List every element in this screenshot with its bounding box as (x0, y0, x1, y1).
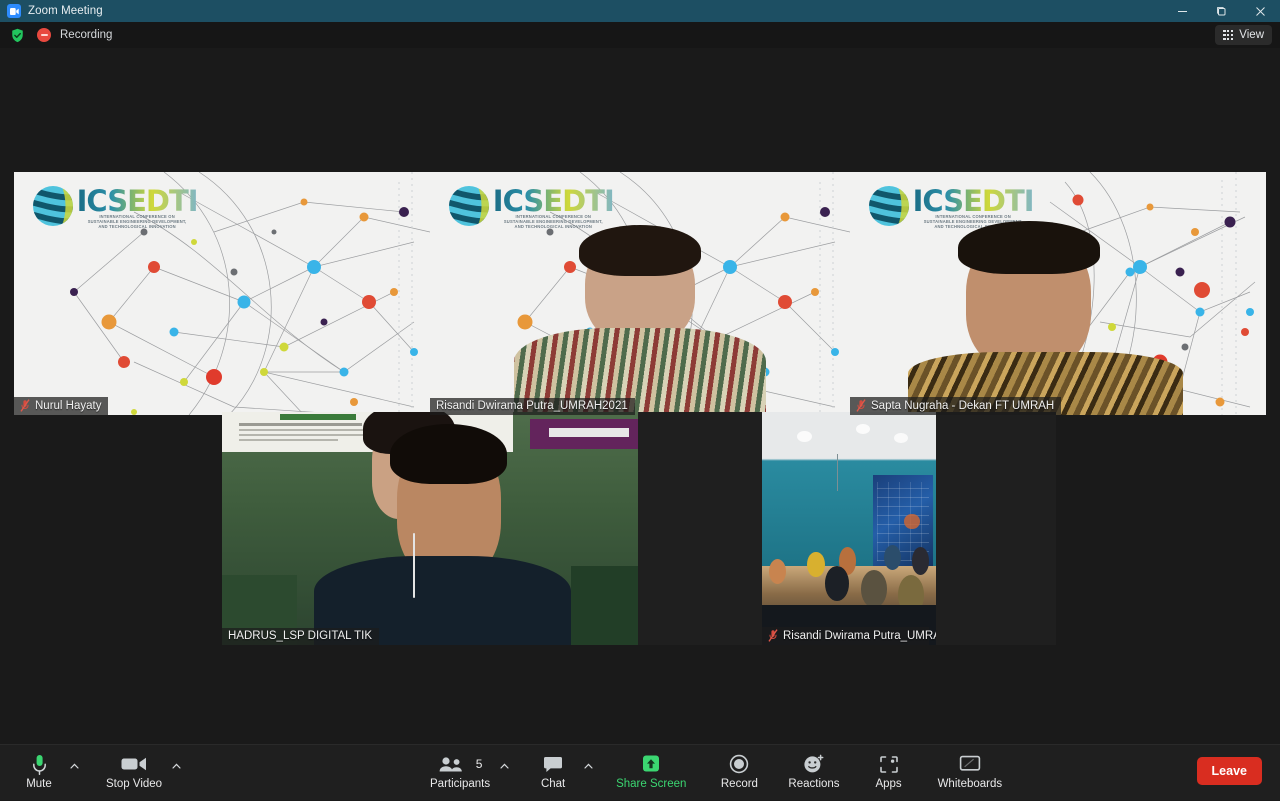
apps-brackets-icon (879, 753, 899, 775)
muted-microphone-icon (20, 399, 30, 412)
window-controls (1163, 0, 1280, 22)
apps-button[interactable]: Apps (862, 745, 916, 790)
icsedti-logo: ICSEDTI INTERNATIONAL CONFERENCE ON SUST… (447, 184, 614, 233)
video-options-chevron[interactable] (168, 749, 184, 783)
video-tile-participant-4[interactable]: HADRUS_LSP DIGITAL TIK (222, 412, 638, 645)
whiteboards-label: Whiteboards (938, 778, 1003, 790)
logo-subtitle-3: AND TECHNOLOGICAL INNOVATION (77, 224, 198, 229)
video-tile-participant-2[interactable]: ICSEDTI INTERNATIONAL CONFERENCE ON SUST… (430, 172, 850, 415)
chevron-up-icon (70, 763, 79, 769)
logo-text: ICSEDTI INTERNATIONAL CONFERENCE ON SUST… (493, 188, 614, 229)
participant-name-bar: HADRUS_LSP DIGITAL TIK (222, 628, 379, 645)
microphone-icon (32, 753, 47, 775)
leave-button[interactable]: Leave (1197, 757, 1262, 785)
record-label: Record (721, 778, 758, 790)
muted-microphone-icon (768, 629, 778, 642)
minimize-button[interactable] (1163, 0, 1202, 22)
chat-bubble-icon (543, 753, 563, 775)
icsedti-logo: ICSEDTI INTERNATIONAL CONFERENCE ON SUST… (31, 184, 198, 233)
video-tile-participant-3[interactable]: ICSEDTI INTERNATIONAL CONFERENCE ON SUST… (850, 172, 1266, 415)
logo-title: ICSEDTI (913, 188, 1034, 214)
video-tile-participant-5[interactable]: Risandi Dwirama Putra_UMRAH2021 (762, 412, 936, 645)
participant-video-room (762, 412, 936, 645)
chevron-up-icon (500, 763, 509, 769)
room-banner-secondary (530, 419, 638, 449)
participant-name-bar: Nurul Hayaty (14, 397, 108, 415)
gallery-empty-slot-right (936, 412, 1056, 645)
chat-label: Chat (541, 778, 565, 790)
logo-subtitle-3: AND TECHNOLOGICAL INNOVATION (493, 224, 614, 229)
chevron-up-icon (584, 763, 593, 769)
window-title: Zoom Meeting (28, 5, 103, 17)
meeting-status-bar: Recording View (0, 22, 1280, 48)
participants-options-chevron[interactable] (496, 749, 512, 783)
globe-icon (447, 184, 491, 233)
smiley-plus-icon (803, 753, 825, 775)
participant-name-bar: Risandi Dwirama Putra_UMRAH2021 (762, 627, 929, 645)
maximize-button[interactable] (1202, 0, 1241, 22)
recording-indicator-icon[interactable] (37, 28, 51, 42)
participant-name: Sapta Nugraha - Dekan FT UMRAH (871, 400, 1054, 412)
participant-name-bar: Sapta Nugraha - Dekan FT UMRAH (850, 397, 1061, 415)
whiteboards-button[interactable]: Whiteboards (932, 745, 1009, 790)
globe-icon (867, 184, 911, 233)
virtual-background-icsedti: ICSEDTI INTERNATIONAL CONFERENCE ON SUST… (430, 172, 850, 415)
share-arrow-up-icon (640, 753, 662, 775)
logo-title: ICSEDTI (77, 188, 198, 214)
gallery-empty-slot-left (638, 412, 762, 645)
chat-options-chevron[interactable] (580, 749, 596, 783)
reactions-label: Reactions (788, 778, 839, 790)
meeting-toolbar: Mute Stop Video 5 Participants (0, 744, 1280, 800)
participant-video-room (222, 412, 638, 645)
participant-name: Risandi Dwirama Putra_UMRAH2021 (436, 400, 628, 412)
logo-text: ICSEDTI INTERNATIONAL CONFERENCE ON SUST… (77, 188, 198, 229)
whiteboard-screen-icon (959, 753, 981, 775)
record-circle-icon (729, 753, 749, 775)
mute-label: Mute (26, 778, 52, 790)
logo-title: ICSEDTI (493, 188, 614, 214)
recording-label: Recording (60, 29, 112, 41)
participants-label: Participants (430, 778, 490, 790)
participant-name: Nurul Hayaty (35, 400, 101, 412)
participants-count: 5 (476, 757, 483, 771)
chevron-up-icon (172, 763, 181, 769)
share-screen-button[interactable]: Share Screen (610, 745, 692, 790)
video-gallery: ICSEDTI INTERNATIONAL CONFERENCE ON SUST… (0, 48, 1280, 744)
view-button-label: View (1239, 29, 1264, 41)
reactions-button[interactable]: Reactions (782, 745, 845, 790)
participant-name: Risandi Dwirama Putra_UMRAH2021 (783, 630, 936, 642)
share-screen-label: Share Screen (616, 778, 686, 790)
window-title-bar: Zoom Meeting (0, 0, 1280, 22)
participants-button[interactable]: 5 Participants (424, 745, 496, 790)
stop-video-label: Stop Video (106, 778, 162, 790)
people-icon: 5 (438, 753, 483, 775)
participant-name: HADRUS_LSP DIGITAL TIK (228, 630, 372, 642)
zoom-camera-icon (7, 4, 21, 18)
view-button[interactable]: View (1215, 25, 1272, 45)
participant-name-bar: Risandi Dwirama Putra_UMRAH2021 (430, 398, 635, 415)
shield-check-icon[interactable] (9, 27, 25, 43)
audio-options-chevron[interactable] (66, 749, 82, 783)
video-tile-participant-1[interactable]: ICSEDTI INTERNATIONAL CONFERENCE ON SUST… (14, 172, 430, 415)
apps-label: Apps (875, 778, 901, 790)
video-camera-icon (121, 753, 147, 775)
toolbar-center-group: 5 Participants Chat Share Screen (424, 745, 1008, 801)
mute-button[interactable]: Mute (12, 745, 66, 790)
close-button[interactable] (1241, 0, 1280, 22)
grid-view-icon (1223, 30, 1233, 40)
globe-icon (31, 184, 75, 233)
chat-button[interactable]: Chat (526, 745, 580, 790)
virtual-background-icsedti: ICSEDTI INTERNATIONAL CONFERENCE ON SUST… (850, 172, 1266, 415)
stop-video-button[interactable]: Stop Video (100, 745, 168, 790)
toolbar-left-group: Mute Stop Video (12, 745, 184, 801)
virtual-background-icsedti: ICSEDTI INTERNATIONAL CONFERENCE ON SUST… (14, 172, 430, 415)
record-button[interactable]: Record (712, 745, 766, 790)
muted-microphone-icon (856, 399, 866, 412)
